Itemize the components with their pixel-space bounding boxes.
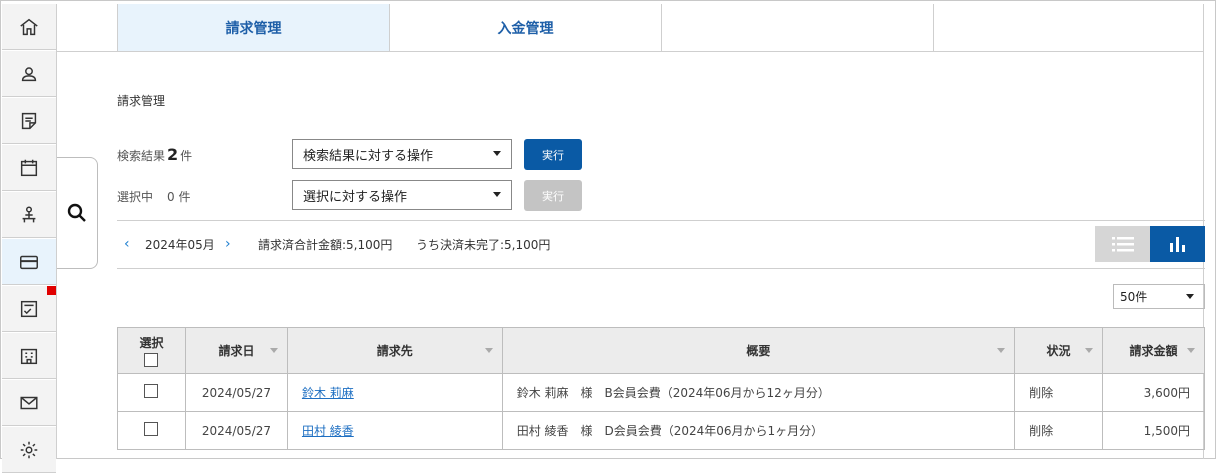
current-month: 2024年05月	[145, 238, 215, 252]
row-select-cell	[117, 411, 186, 450]
client-link[interactable]: 鈴木 莉麻	[302, 386, 354, 400]
divider	[117, 268, 1205, 269]
client-link[interactable]: 田村 綾香	[302, 424, 354, 438]
tab-empty-4[interactable]	[933, 4, 1203, 51]
cell-amount: 3,600円	[1102, 373, 1205, 412]
top-tab-bar: 請求管理 入金管理	[57, 4, 1203, 52]
billing-table: 選択 請求日 請求先 概要 状況 請求金額 2024/05/27 鈴木 莉麻 鈴…	[117, 327, 1205, 450]
nav-settings[interactable]	[2, 427, 56, 473]
nav-building[interactable]	[2, 333, 56, 379]
org-icon	[22, 205, 36, 222]
calendar-icon	[20, 159, 38, 176]
sort-icon	[1187, 348, 1195, 353]
table-row: 2024/05/27 田村 綾香 田村 綾香 様 D会員会費（2024年06月か…	[117, 411, 1205, 450]
checklist-icon	[20, 300, 38, 317]
nav-user[interactable]	[2, 51, 56, 97]
search-result-action-select[interactable]: 検索結果に対する操作	[292, 139, 512, 169]
user-icon	[21, 66, 37, 81]
tab-billing[interactable]: 請求管理	[117, 4, 389, 51]
col-client[interactable]: 請求先	[286, 327, 503, 374]
search-result-execute-button[interactable]: 実行	[524, 139, 582, 170]
building-icon	[20, 348, 38, 364]
col-status[interactable]: 状況	[1014, 327, 1103, 374]
divider	[117, 220, 1205, 221]
page-title: 請求管理	[117, 94, 166, 108]
nav-organization[interactable]	[2, 192, 56, 238]
tab-empty-3[interactable]	[661, 4, 933, 51]
cell-date: 2024/05/27	[184, 411, 288, 450]
list-view-icon	[1111, 237, 1134, 252]
sort-icon	[1085, 348, 1093, 353]
col-amount[interactable]: 請求金額	[1102, 327, 1205, 374]
cell-status: 削除	[1014, 373, 1103, 412]
card-icon	[20, 255, 38, 269]
prev-month-button[interactable]: ‹	[124, 236, 130, 252]
chevron-down-icon	[493, 151, 501, 156]
unsettled-total: うち決済未完了:5,100円	[416, 238, 551, 252]
cell-amount: 1,500円	[1102, 411, 1205, 450]
chevron-down-icon	[1186, 294, 1194, 299]
sort-icon	[484, 348, 493, 353]
col-date[interactable]: 請求日	[184, 327, 288, 374]
selected-count: 選択中 0 件	[117, 190, 191, 204]
cell-summary: 田村 綾香 様 D会員会費（2024年06月から1ヶ月分）	[501, 411, 1016, 450]
row-checkbox[interactable]	[144, 422, 159, 436]
col-summary[interactable]: 概要	[501, 327, 1016, 374]
cell-client: 田村 綾香	[286, 411, 503, 450]
next-month-button[interactable]: ›	[225, 236, 231, 252]
home-icon	[20, 18, 38, 35]
mail-icon	[20, 396, 38, 409]
sort-icon	[997, 348, 1006, 353]
cell-summary: 鈴木 莉麻 様 B会員会費（2024年06月から12ヶ月分）	[501, 373, 1016, 412]
select-all-checkbox[interactable]	[144, 353, 159, 367]
tab-payment[interactable]: 入金管理	[389, 4, 661, 51]
selected-action-select[interactable]: 選択に対する操作	[292, 180, 512, 210]
nav-home[interactable]	[2, 4, 56, 50]
cell-date: 2024/05/27	[184, 373, 288, 412]
cell-status: 削除	[1014, 411, 1103, 450]
cell-client: 鈴木 莉麻	[286, 373, 503, 412]
search-panel-toggle[interactable]	[57, 157, 98, 269]
search-result-count: 検索結果 2 件	[117, 145, 193, 164]
nav-mail[interactable]	[2, 380, 56, 426]
chevron-down-icon	[493, 192, 501, 197]
table-header-row: 選択 請求日 請求先 概要 状況 請求金額	[117, 327, 1205, 374]
row-checkbox[interactable]	[144, 384, 159, 398]
search-icon	[67, 203, 86, 222]
nav-billing[interactable]	[2, 239, 56, 285]
nav-calendar[interactable]	[2, 145, 56, 191]
left-nav-rail	[2, 4, 57, 473]
col-select: 選択	[117, 327, 186, 374]
view-toggle	[1095, 226, 1205, 262]
billed-total: 請求済合計金額:5,100円	[258, 238, 393, 252]
table-row: 2024/05/27 鈴木 莉麻 鈴木 莉麻 様 B会員会費（2024年06月か…	[117, 373, 1205, 412]
gear-icon	[20, 441, 38, 458]
sort-icon	[269, 348, 278, 353]
note-icon	[21, 112, 37, 129]
per-page-select[interactable]: 50件	[1113, 284, 1205, 309]
notification-marker	[47, 286, 56, 295]
nav-note[interactable]	[2, 98, 56, 144]
selected-execute-button[interactable]: 実行	[524, 180, 582, 211]
chart-view-button[interactable]	[1150, 226, 1205, 262]
row-select-cell	[117, 373, 186, 412]
list-view-button[interactable]	[1095, 226, 1150, 262]
bar-chart-icon	[1169, 237, 1185, 252]
